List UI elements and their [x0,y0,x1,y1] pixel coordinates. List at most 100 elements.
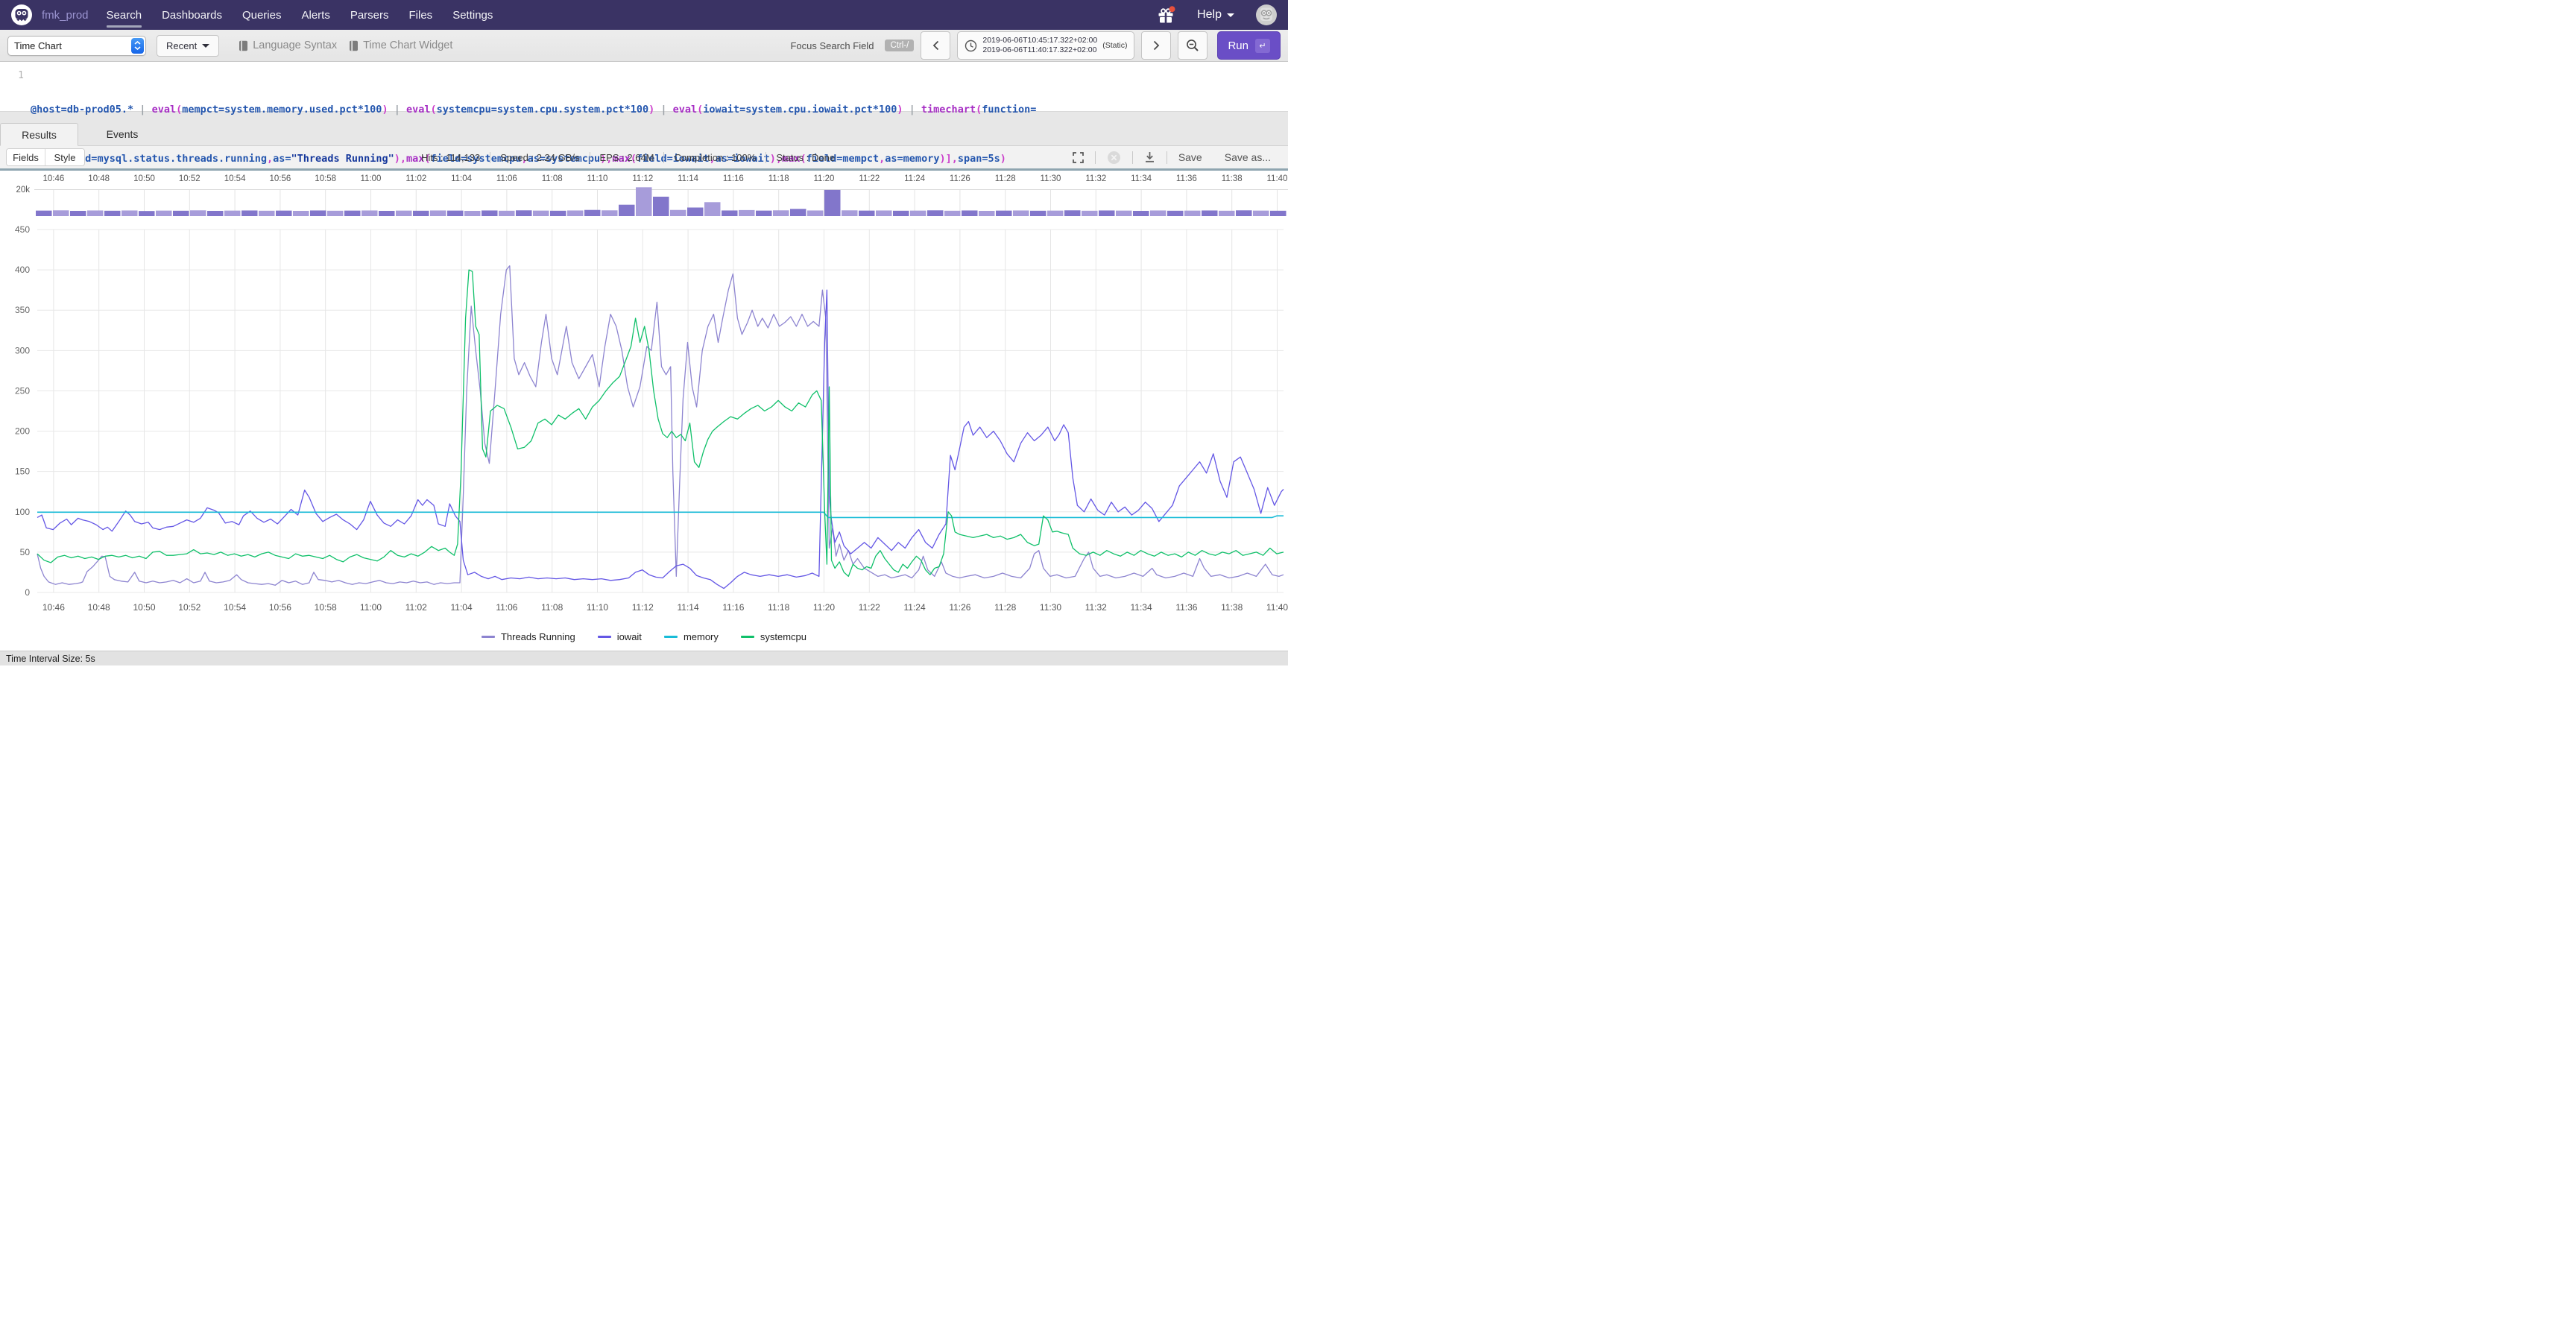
svg-text:11:38: 11:38 [1221,602,1243,613]
nav-item-files[interactable]: Files [409,9,433,22]
legend-item-threads-running[interactable]: Threads Running [482,631,575,642]
gift-icon[interactable] [1157,6,1176,24]
nav-item-parsers[interactable]: Parsers [350,9,389,22]
toolbar-right: Focus Search Field Ctrl-/ 2019-06-06T10:… [790,31,1281,60]
stop-query-button [1096,151,1132,165]
svg-text:350: 350 [15,305,30,315]
query-line-1: @host=db-prod05.* | eval(mempct=system.m… [31,101,1036,118]
svg-text:11:30: 11:30 [1040,602,1061,613]
tab-events[interactable]: Events [78,123,166,146]
nav-item-search[interactable]: Search [107,9,142,22]
save-as-button[interactable]: Save as... [1213,151,1282,163]
chevron-down-icon [1227,13,1234,17]
repository-name[interactable]: fmk_prod [42,9,89,22]
svg-text:11:16: 11:16 [723,174,744,183]
nav-item-alerts[interactable]: Alerts [301,9,329,22]
widget-type-select[interactable]: Time Chart [7,36,146,56]
time-range-from: 2019-06-06T10:45:17.322+02:00 [982,36,1097,45]
svg-text:11:08: 11:08 [541,602,563,613]
nav-item-queries[interactable]: Queries [242,9,282,22]
svg-text:450: 450 [15,224,30,235]
tab-results[interactable]: Results [0,123,78,146]
time-range-picker[interactable]: 2019-06-06T10:45:17.322+02:00 2019-06-06… [957,31,1134,60]
time-forward-button[interactable] [1141,31,1171,60]
query-editor[interactable]: 1 @host=db-prod05.* | eval(mempct=system… [0,62,1288,112]
user-avatar[interactable] [1255,4,1278,26]
time-range-values: 2019-06-06T10:45:17.322+02:00 2019-06-06… [982,36,1097,55]
svg-text:11:12: 11:12 [632,602,654,613]
nav-item-settings[interactable]: Settings [452,9,493,22]
legend-item-memory[interactable]: memory [664,631,719,642]
keyboard-shortcut-badge: Ctrl-/ [885,39,914,51]
svg-text:11:26: 11:26 [950,174,970,183]
svg-text:150: 150 [15,467,30,477]
svg-text:11:02: 11:02 [405,602,427,613]
svg-text:10:54: 10:54 [224,174,246,183]
export-download-button[interactable] [1133,151,1167,163]
doc-link-time-chart-widget[interactable]: Time Chart Widget [349,39,452,51]
result-actions: Save Save as... [1061,151,1282,165]
svg-text:11:34: 11:34 [1131,174,1152,183]
stat-speed: Speed : 2.24 GB/s [490,152,590,163]
enter-key-icon: ↵ [1255,39,1270,53]
doc-links: Language Syntax Time Chart Widget [227,39,452,51]
zoom-out-button[interactable] [1178,31,1208,60]
svg-text:11:34: 11:34 [1131,602,1152,613]
svg-text:11:36: 11:36 [1175,602,1197,613]
svg-text:250: 250 [15,385,30,396]
stat-completion: Completion : 100% [664,152,766,163]
legend-label: Threads Running [501,631,575,642]
save-button[interactable]: Save [1167,151,1213,163]
svg-text:10:46: 10:46 [42,174,64,183]
fullscreen-button[interactable] [1061,152,1095,163]
svg-text:20k: 20k [16,186,30,195]
query-code[interactable]: @host=db-prod05.* | eval(mempct=system.m… [24,69,1042,111]
help-menu[interactable]: Help [1197,8,1234,22]
timechart[interactable]: 05010015020025030035040045010:4610:4810:… [0,217,1288,622]
style-button[interactable]: Style [45,149,84,165]
svg-text:11:16: 11:16 [722,602,744,613]
svg-text:11:22: 11:22 [859,602,880,613]
nav-item-dashboards[interactable]: Dashboards [162,9,222,22]
time-back-button[interactable] [921,31,950,60]
legend-item-systemcpu[interactable]: systemcpu [741,631,806,642]
svg-text:10:58: 10:58 [315,174,336,183]
svg-text:11:20: 11:20 [813,602,835,613]
fields-button[interactable]: Fields [7,149,45,165]
svg-text:10:48: 10:48 [88,602,110,613]
line-number: 1 [0,69,24,111]
legend-swatch [598,636,611,638]
svg-text:10:56: 10:56 [269,602,291,613]
legend-label: iowait [617,631,642,642]
legend-swatch [664,636,678,638]
svg-text:11:06: 11:06 [496,602,517,613]
svg-text:10:46: 10:46 [42,602,65,613]
svg-text:11:40: 11:40 [1266,602,1288,613]
legend-item-iowait[interactable]: iowait [598,631,642,642]
svg-text:11:14: 11:14 [678,602,699,613]
svg-text:11:28: 11:28 [994,602,1016,613]
svg-text:11:36: 11:36 [1176,174,1197,183]
svg-text:11:26: 11:26 [949,602,970,613]
stat-eps: EPS : 2.64M [590,152,665,163]
run-label: Run [1228,39,1248,52]
svg-text:10:52: 10:52 [178,602,201,613]
svg-text:11:00: 11:00 [360,602,382,613]
svg-text:10:54: 10:54 [224,602,246,613]
stat-hits: Hits : 114,133 [411,152,490,163]
doc-link-language-syntax[interactable]: Language Syntax [239,39,337,51]
query-stats: Hits : 114,133Speed : 2.24 GB/sEPS : 2.6… [411,152,845,163]
svg-text:11:30: 11:30 [1041,174,1061,183]
select-stepper-icon [131,38,144,54]
humio-logo-icon[interactable] [10,4,33,26]
svg-text:11:32: 11:32 [1085,602,1107,613]
recent-queries-button[interactable]: Recent [157,35,219,57]
svg-text:11:10: 11:10 [587,602,608,613]
chart-legend: Threads Running iowait memory systemcpu [0,622,1288,651]
status-bar: Time Interval Size: 5s [0,651,1288,666]
svg-text:10:50: 10:50 [133,602,155,613]
focus-search-label: Focus Search Field [790,40,874,51]
svg-text:11:04: 11:04 [451,602,473,613]
svg-text:10:50: 10:50 [133,174,155,183]
run-button[interactable]: Run ↵ [1217,31,1281,60]
